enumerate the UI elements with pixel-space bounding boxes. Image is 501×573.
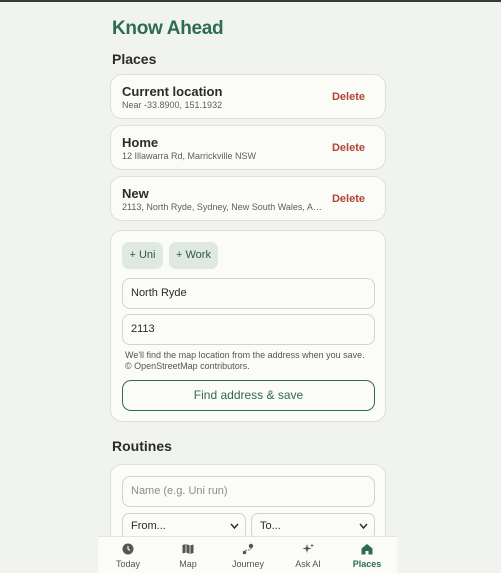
- geocode-hint: We'll find the map location from the add…: [125, 350, 365, 360]
- place-address: 2113, North Ryde, Sydney, New South Wale…: [122, 202, 322, 212]
- place-address: Near -33.8900, 151.1932: [122, 100, 223, 110]
- bottom-tab-bar: Today Map Journey Ask AI Places: [98, 536, 397, 573]
- place-name-input[interactable]: North Ryde: [122, 278, 375, 309]
- postcode-input[interactable]: 2113: [122, 314, 375, 345]
- delete-place-button[interactable]: Delete: [332, 91, 365, 103]
- tab-journey[interactable]: Journey: [218, 537, 278, 573]
- to-select-value: To...: [260, 520, 281, 532]
- home-icon: [361, 544, 373, 555]
- place-address: 12 Illawarra Rd, Marrickville NSW: [122, 151, 257, 161]
- from-select-value: From...: [131, 520, 166, 532]
- routines-heading: Routines: [112, 438, 172, 454]
- sparkle-icon: [302, 543, 314, 553]
- find-address-save-button[interactable]: Find address & save: [122, 380, 375, 411]
- attribution-text: © OpenStreetMap contributors.: [125, 361, 250, 371]
- add-uni-chip[interactable]: + Uni: [122, 242, 163, 269]
- tab-today[interactable]: Today: [98, 537, 158, 573]
- tab-label: Places: [352, 559, 382, 569]
- tab-label: Map: [179, 559, 197, 569]
- tab-label: Today: [115, 559, 141, 569]
- add-work-chip[interactable]: + Work: [169, 242, 218, 269]
- tab-map[interactable]: Map: [158, 537, 218, 573]
- tab-places[interactable]: Places: [337, 537, 397, 573]
- tab-ask-ai[interactable]: Ask AI: [278, 537, 338, 573]
- app-title: Know Ahead: [112, 18, 224, 39]
- place-card: Home 12 Illawarra Rd, Marrickville NSW D…: [110, 125, 386, 170]
- tab-label: Ask AI: [295, 559, 321, 569]
- window-top-border: [0, 0, 501, 2]
- clock-icon: [122, 543, 134, 555]
- place-name: New: [122, 186, 149, 201]
- delete-place-button[interactable]: Delete: [332, 142, 365, 154]
- place-card: New 2113, North Ryde, Sydney, New South …: [110, 176, 386, 221]
- place-card: Current location Near -33.8900, 151.1932…: [110, 74, 386, 119]
- places-heading: Places: [112, 51, 157, 67]
- tab-label: Journey: [231, 559, 265, 569]
- map-icon: [182, 544, 194, 554]
- place-name: Current location: [122, 84, 223, 99]
- place-name: Home: [122, 135, 159, 150]
- route-icon: [242, 543, 254, 555]
- delete-place-button[interactable]: Delete: [332, 193, 365, 205]
- routine-name-input[interactable]: Name (e.g. Uni run): [122, 476, 375, 507]
- add-place-card: + Uni + Work North Ryde 2113 We'll find …: [110, 230, 386, 422]
